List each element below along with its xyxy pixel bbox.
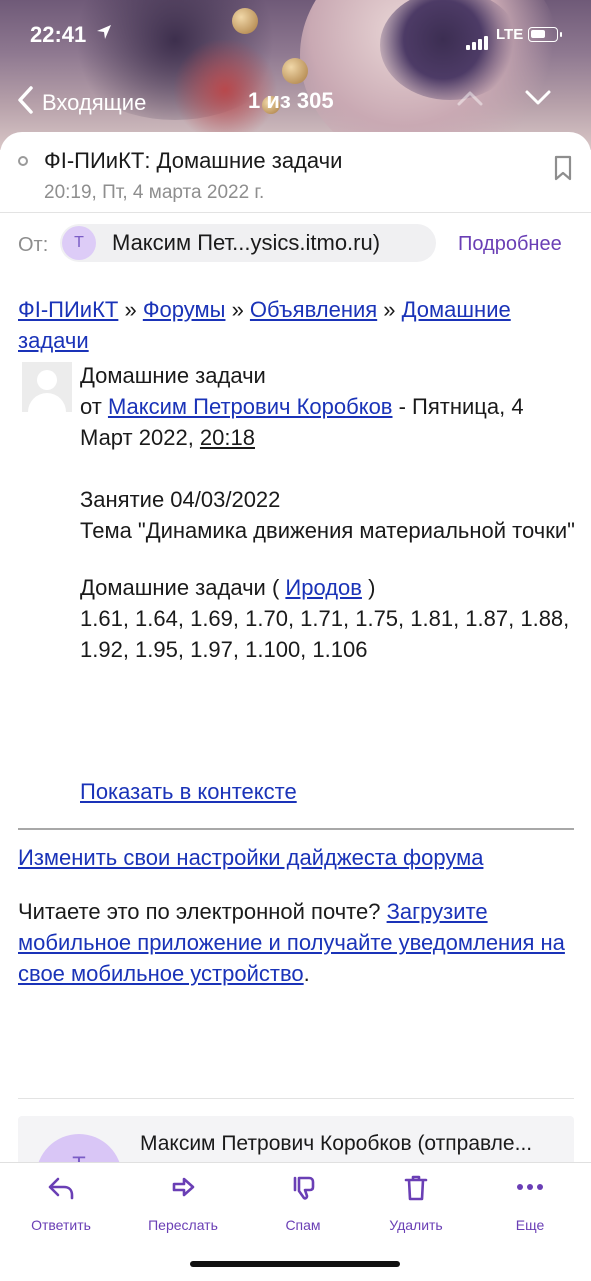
forward-icon — [128, 1173, 238, 1205]
forward-button[interactable]: Переслать — [128, 1173, 238, 1233]
author-link[interactable]: Максим Петрович Коробков — [108, 394, 393, 419]
delete-button[interactable]: Удалить — [361, 1173, 471, 1233]
divider — [18, 1098, 574, 1099]
email-date: 20:19, Пт, 4 марта 2022 г. — [44, 182, 265, 203]
network-type: LTE — [496, 26, 524, 43]
forward-label: Переслать — [148, 1217, 218, 1233]
lesson-line: Занятие 04/03/2022 — [80, 487, 281, 512]
more-dots-icon — [475, 1173, 585, 1205]
email-subject: ФI-ПИиКТ: Домашние задачи — [44, 148, 343, 173]
from-label: От: — [18, 234, 49, 256]
post-time: 20:18 — [199, 425, 255, 450]
previous-message-chevron-up-icon[interactable] — [456, 88, 484, 113]
reply-label: Ответить — [31, 1217, 91, 1233]
breadcrumb-link-announcements[interactable]: Объявления — [250, 297, 377, 322]
next-message-chevron-down-icon[interactable] — [524, 88, 552, 113]
next-message-card[interactable]: Т Максим Петрович Коробков (отправле... — [18, 1116, 574, 1164]
location-arrow-icon — [96, 24, 112, 45]
status-time: 22:41 — [30, 22, 87, 47]
message-nav-bar: Входящие 1 из 305 — [0, 82, 591, 122]
delete-label: Удалить — [389, 1217, 443, 1233]
author-avatar — [22, 362, 72, 412]
homework-line: Домашние задачи ( Иродов ) — [80, 572, 580, 603]
mobile-promo-suffix: . — [303, 961, 310, 986]
breadcrumb-separator: » — [118, 297, 143, 322]
byline-prefix: от — [80, 394, 108, 419]
battery-icon — [528, 27, 562, 42]
mobile-app-promo: Читаете это по электронной почте? Загруз… — [18, 896, 574, 989]
breadcrumb: ФI-ПИиКТ » Форумы » Объявления » Домашни… — [18, 294, 578, 356]
back-label: Входящие — [42, 90, 147, 115]
details-link[interactable]: Подробнее — [458, 233, 562, 256]
sender-row: От: Т Максим Пет...ysics.itmo.ru) Подроб… — [18, 224, 578, 264]
topic-line: Тема "Динамика движения материальной точ… — [80, 518, 575, 543]
digest-settings-link[interactable]: Изменить свои настройки дайджеста форума — [18, 842, 483, 873]
homework-prefix: Домашние задачи ( — [80, 575, 286, 600]
trash-icon — [361, 1173, 471, 1205]
spam-label: Спам — [285, 1217, 321, 1233]
divider — [0, 212, 591, 213]
back-to-inbox-button[interactable]: Входящие — [16, 86, 176, 120]
sender-name: Максим Пет...ysics.itmo.ru) — [112, 230, 381, 255]
mobile-promo-text: Читаете это по электронной почте? — [18, 899, 387, 924]
header-background-image: 22:41 LTE Входящие 1 из 305 — [0, 0, 591, 150]
email-sheet: ФI-ПИиКТ: Домашние задачи 20:19, Пт, 4 м… — [0, 132, 591, 1164]
reply-button[interactable]: Ответить — [6, 1173, 116, 1233]
home-indicator — [190, 1261, 400, 1267]
more-button[interactable]: Еще — [475, 1173, 585, 1233]
more-label: Еще — [515, 1217, 545, 1233]
textbook-link[interactable]: Иродов — [285, 575, 362, 600]
next-sender-name: Максим Петрович Коробков (отправле... — [140, 1132, 533, 1155]
sender-avatar: Т — [62, 226, 96, 260]
horizontal-rule — [18, 828, 574, 830]
message-counter: 1 из 305 — [248, 88, 334, 113]
post-title: Домашние задачи — [80, 363, 266, 388]
breadcrumb-separator: » — [377, 297, 402, 322]
post-byline: от Максим Петрович Коробков - Пятница, 4… — [80, 391, 580, 453]
breadcrumb-link-forums[interactable]: Форумы — [143, 297, 226, 322]
reply-icon — [6, 1173, 116, 1205]
next-sender-avatar: Т — [36, 1134, 122, 1164]
chevron-left-icon — [16, 85, 34, 121]
homework-suffix: ) — [361, 575, 376, 600]
show-in-context-link[interactable]: Показать в контексте — [80, 776, 297, 807]
spam-button[interactable]: Спам — [248, 1173, 358, 1233]
post-content: Домашние задачи от Максим Петрович Короб… — [80, 360, 580, 665]
thumbs-down-icon — [248, 1173, 358, 1205]
breadcrumb-separator: » — [225, 297, 250, 322]
bookmark-icon[interactable] — [552, 154, 574, 187]
homework-problem-numbers: 1.61, 1.64, 1.69, 1.70, 1.71, 1.75, 1.81… — [80, 606, 570, 662]
status-bar: 22:41 LTE — [0, 18, 591, 54]
read-status-icon[interactable] — [18, 156, 28, 166]
signal-strength-icon — [466, 32, 490, 50]
breadcrumb-link-course[interactable]: ФI-ПИиКТ — [18, 297, 118, 322]
sender-chip[interactable]: Т Максим Пет...ysics.itmo.ru) — [60, 224, 436, 262]
